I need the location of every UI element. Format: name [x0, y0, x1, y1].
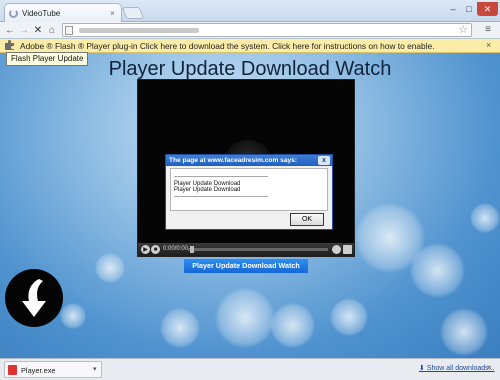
seek-handle[interactable]	[190, 246, 194, 253]
download-badge[interactable]	[5, 269, 63, 327]
dialog-close-icon[interactable]: x	[318, 156, 330, 165]
page-content: Player Update Download Watch ▶ ■ 0:00/0:…	[0, 53, 500, 358]
dialog-title-bar: The page at www.faceadresim.com says: x	[166, 155, 332, 166]
file-icon	[8, 365, 17, 375]
bokeh-light	[215, 288, 275, 348]
loading-spinner-icon	[9, 8, 18, 18]
bokeh-light	[270, 303, 315, 348]
ok-button[interactable]: OK	[290, 213, 324, 226]
bookmark-star-icon[interactable]: ☆	[458, 23, 468, 36]
close-window-button[interactable]: ✕	[477, 2, 498, 16]
browser-tab[interactable]: VideoTube ×	[4, 3, 122, 22]
stop-button[interactable]: ✕	[31, 23, 45, 37]
download-shelf: Player.exe ▾ ⬇ Show all downloads... ×	[0, 358, 500, 380]
infobar-message[interactable]: Adobe ® Flash ® Player plug-in Click her…	[20, 41, 435, 51]
bokeh-light	[470, 203, 500, 233]
bokeh-light	[410, 243, 465, 298]
title-bar: VideoTube × – □ ✕	[0, 0, 500, 22]
play-icon[interactable]: ▶	[141, 245, 150, 254]
maximize-button[interactable]: □	[461, 2, 477, 16]
menu-icon[interactable]: ≡	[482, 24, 494, 35]
download-file-name: Player.exe	[21, 366, 56, 375]
address-bar[interactable]: ☆	[62, 23, 472, 37]
player-controls: ▶ ■ 0:00/0:00	[138, 243, 354, 256]
url-text-redacted	[79, 28, 199, 33]
tab-close-icon[interactable]: ×	[108, 9, 117, 18]
browser-toolbar: ← → ✕ ⌂ ☆ ≡	[0, 22, 500, 39]
bokeh-light	[160, 308, 200, 348]
dialog-message: ----------------------------------------…	[170, 168, 328, 211]
page-icon	[65, 26, 73, 35]
bokeh-light	[330, 298, 368, 336]
back-button[interactable]: ←	[3, 23, 17, 37]
dialog-title: The page at www.faceadresim.com says:	[169, 157, 298, 164]
tooltip: Flash Player Update	[6, 52, 89, 66]
forward-button[interactable]: →	[17, 23, 31, 37]
bokeh-light	[60, 303, 86, 329]
show-all-downloads-link[interactable]: ⬇ Show all downloads...	[419, 364, 495, 372]
dialog-line: ----------------------------------------…	[174, 193, 268, 200]
stop-icon[interactable]: ■	[151, 245, 160, 254]
bokeh-light	[95, 253, 125, 283]
seek-bar[interactable]	[188, 248, 328, 251]
chevron-down-icon[interactable]: ▾	[93, 365, 97, 373]
down-arrow-icon	[22, 279, 46, 317]
alert-dialog: The page at www.faceadresim.com says: x …	[165, 154, 333, 230]
download-item[interactable]: Player.exe ▾	[4, 361, 102, 378]
volume-icon[interactable]	[332, 245, 341, 254]
plugin-infobar[interactable]: Adobe ® Flash ® Player plug-in Click her…	[0, 39, 500, 53]
tab-title: VideoTube	[22, 8, 61, 18]
player-time: 0:00/0:00	[163, 246, 189, 252]
infobar-close-icon[interactable]: ×	[486, 40, 491, 50]
shelf-close-icon[interactable]: ×	[487, 363, 492, 372]
minimize-button[interactable]: –	[445, 2, 461, 16]
bokeh-light	[440, 308, 488, 356]
home-button[interactable]: ⌂	[45, 23, 59, 37]
show-all-label: Show all downloads...	[426, 365, 495, 372]
download-watch-button[interactable]: Player Update Download Watch	[184, 259, 308, 273]
fullscreen-icon[interactable]	[343, 245, 352, 254]
new-tab-button[interactable]	[121, 7, 145, 19]
